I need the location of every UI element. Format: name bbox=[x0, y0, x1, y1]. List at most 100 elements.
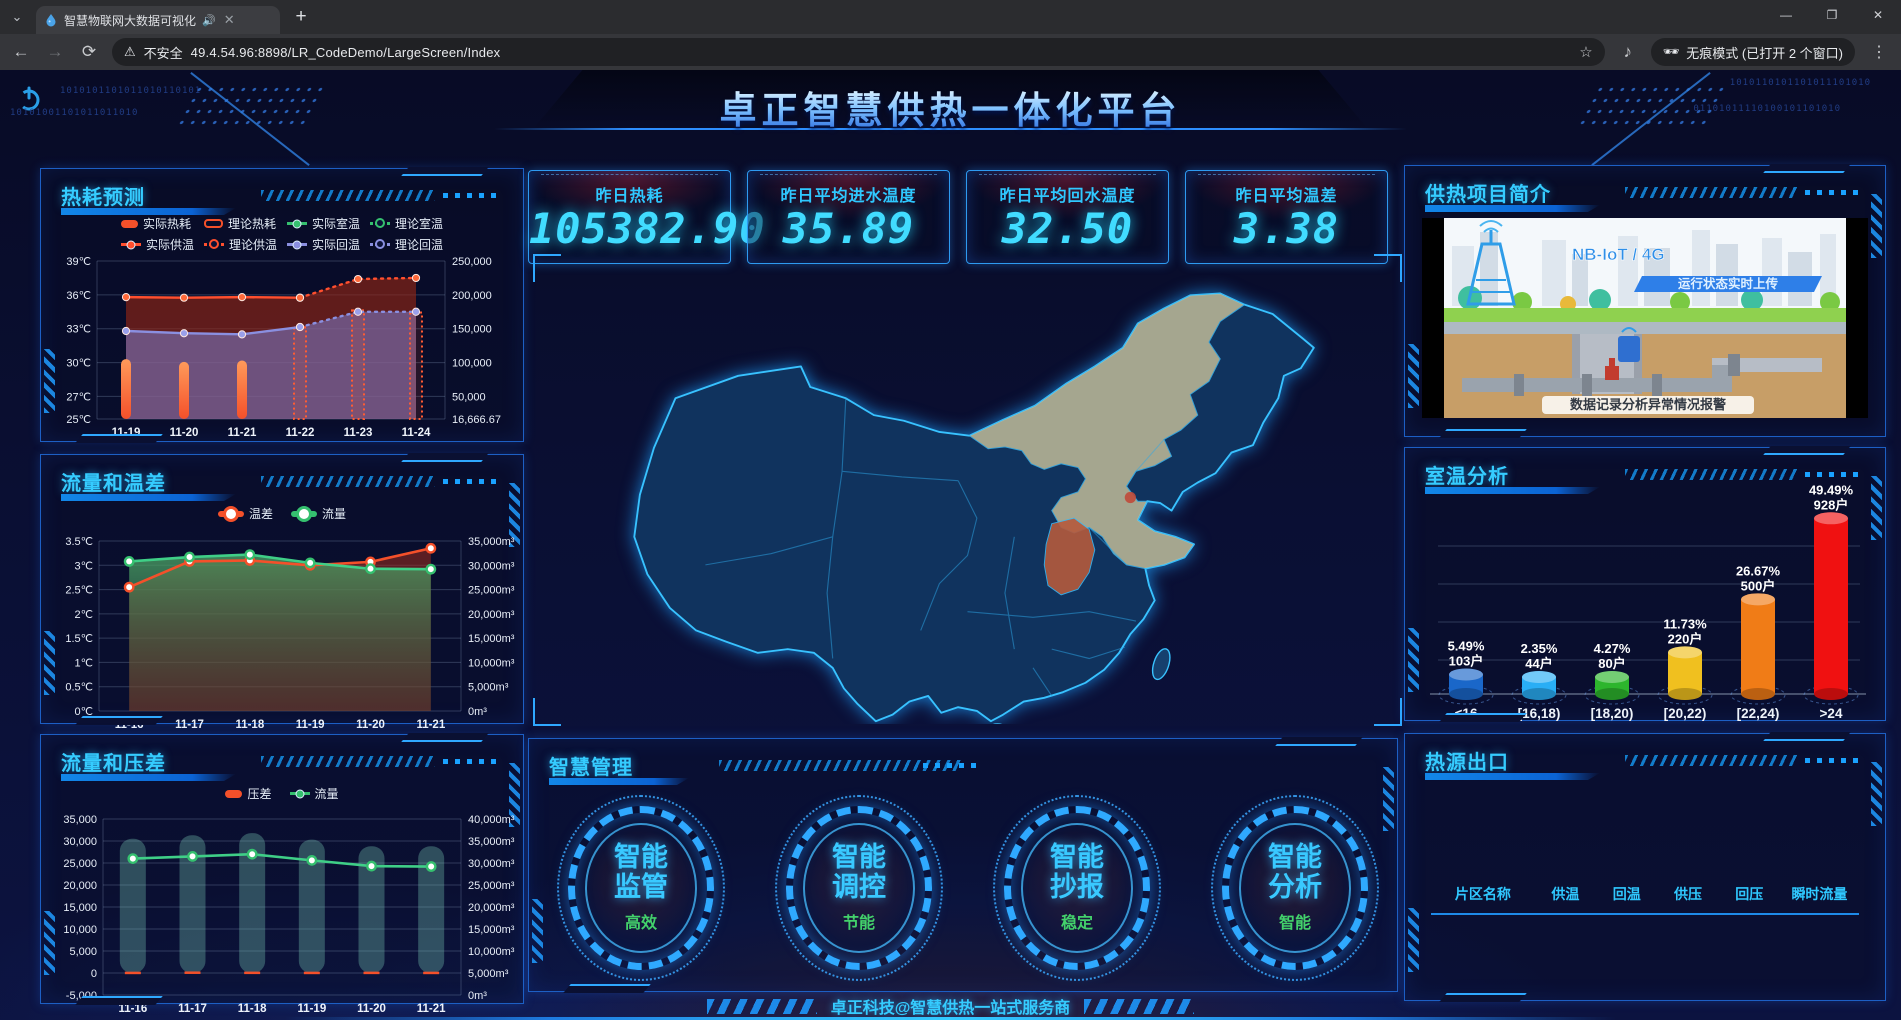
ribbon-deco bbox=[1408, 908, 1419, 972]
close-button[interactable]: ✕ bbox=[1855, 0, 1901, 30]
svg-text:150,000: 150,000 bbox=[452, 324, 492, 336]
title-hatch-deco bbox=[261, 476, 435, 487]
svg-text:33℃: 33℃ bbox=[66, 324, 91, 336]
map-corner-deco bbox=[533, 254, 561, 282]
title-dots-deco bbox=[443, 193, 501, 198]
ribbon-deco bbox=[1408, 344, 1419, 408]
svg-text:39℃: 39℃ bbox=[66, 256, 91, 268]
svg-text:1.5℃: 1.5℃ bbox=[65, 633, 93, 645]
new-tab-button[interactable]: + bbox=[286, 2, 316, 32]
restore-button[interactable]: ❐ bbox=[1809, 0, 1855, 30]
svg-text:11-18: 11-18 bbox=[235, 719, 264, 731]
stat-label: 昨日热耗 bbox=[529, 182, 730, 206]
address-bar[interactable]: ⚠ 不安全 49.4.54.96:8898/LR_CodeDemo/LargeS… bbox=[112, 38, 1605, 66]
svg-text:80户: 80户 bbox=[1598, 656, 1625, 671]
project-video[interactable]: NB-IoT / 4G 运行状态实时上传 数据记录分析异常情况报警 bbox=[1422, 218, 1868, 418]
incognito-icon: 🕶 bbox=[1663, 44, 1680, 60]
tab-close-icon[interactable]: ✕ bbox=[222, 12, 237, 28]
svg-text:10,000m³: 10,000m³ bbox=[468, 946, 515, 958]
title-underline bbox=[61, 208, 236, 215]
svg-text:5.49%: 5.49% bbox=[1448, 639, 1485, 654]
flow-pressure-chart[interactable]: 35,00040,000m³30,00035,000m³25,00030,000… bbox=[47, 811, 517, 1020]
incognito-badge[interactable]: 🕶 无痕模式 (已打开 2 个窗口) bbox=[1651, 38, 1855, 66]
minimize-button[interactable]: — bbox=[1763, 0, 1809, 30]
flow-temp-chart[interactable]: 3.5℃35,000m³3℃30,000m³2.5℃25,000m³2℃20,0… bbox=[47, 531, 517, 739]
panel-project-intro: 供热项目简介 bbox=[1404, 165, 1886, 437]
col-header: 片区名称 bbox=[1431, 884, 1535, 904]
binary-deco: 1010110101101011101010 bbox=[1730, 78, 1871, 88]
title-dots-deco bbox=[1805, 758, 1863, 763]
footer-text: 卓正科技@智慧供热一站式服务商 bbox=[831, 1000, 1071, 1017]
svg-text:15,000m³: 15,000m³ bbox=[468, 924, 515, 936]
svg-text:25,000: 25,000 bbox=[63, 858, 97, 870]
smart-button-analysis[interactable]: 智能分析 智能 bbox=[1211, 795, 1379, 981]
tab-search-chevron-icon[interactable]: ⌄ bbox=[0, 0, 34, 34]
room-temp-chart[interactable]: 5.49%103户<162.35%44户[16,18)4.27%80户[18,2… bbox=[1410, 484, 1880, 734]
chart-legend[interactable]: 实际热耗理论热耗实际室温理论室温实际供温理论供温实际回温理论回温 bbox=[51, 215, 513, 253]
svg-text:3℃: 3℃ bbox=[75, 560, 93, 572]
svg-text:11.73%: 11.73% bbox=[1663, 616, 1707, 631]
bookmark-star-icon[interactable]: ☆ bbox=[1579, 43, 1592, 61]
svg-text:20,000m³: 20,000m³ bbox=[468, 609, 515, 621]
panel-heat-forecast: 热耗预测 实际热耗理论热耗实际室温理论室温实际供温理论供温实际回温理论回温 39… bbox=[40, 168, 524, 442]
heat-source-table: 片区名称 供温 回温 供压 回压 瞬时流量 bbox=[1431, 884, 1859, 915]
heat-forecast-chart[interactable]: 39℃250,00036℃200,00033℃150,00030℃100,000… bbox=[47, 253, 513, 445]
smart-button-regulation[interactable]: 智能调控 节能 bbox=[775, 795, 943, 981]
panel-title: 热耗预测 bbox=[61, 187, 145, 209]
svg-text:11-22: 11-22 bbox=[286, 427, 315, 439]
title-dots-deco bbox=[923, 763, 981, 768]
tab-audio-icon[interactable]: 🔊 bbox=[202, 14, 216, 27]
tab-title: 智慧物联网大数据可视化平 bbox=[64, 12, 196, 29]
ring-inner: 智能抄报 稳定 bbox=[1021, 823, 1133, 953]
url-text[interactable]: 49.4.54.96:8898/LR_CodeDemo/LargeScreen/… bbox=[191, 45, 1572, 60]
panel-smart-mgmt: 智慧管理 智能监管 高效 智能调控 节能 bbox=[528, 738, 1398, 992]
back-icon[interactable]: ← bbox=[10, 42, 32, 62]
col-header: 回压 bbox=[1719, 884, 1780, 904]
smart-button-supervision[interactable]: 智能监管 高效 bbox=[557, 795, 725, 981]
svg-text:[18,20): [18,20) bbox=[1591, 706, 1634, 721]
map-corner-deco bbox=[1374, 698, 1402, 726]
smart-item-name: 智能监管 bbox=[610, 843, 672, 901]
security-warning-icon[interactable]: ⚠ bbox=[124, 44, 136, 60]
title-hatch-deco bbox=[261, 190, 435, 201]
svg-text:220户: 220户 bbox=[1668, 631, 1703, 646]
window-controls: — ❐ ✕ bbox=[1763, 0, 1901, 30]
smart-button-meter-report[interactable]: 智能抄报 稳定 bbox=[993, 795, 1161, 981]
chart-legend[interactable]: 温差流量 bbox=[51, 505, 513, 522]
panel-flow-pressure: 流量和压差 压差流量 35,00040,000m³30,00035,000m³2… bbox=[40, 734, 524, 1004]
svg-text:2.5℃: 2.5℃ bbox=[65, 585, 93, 597]
incognito-label: 无痕模式 (已打开 2 个窗口) bbox=[1686, 43, 1843, 62]
browser-chrome: ⌄ 智慧物联网大数据可视化平 🔊 ✕ + — ❐ ✕ ← → ⟳ ⚠ 不安全 4… bbox=[0, 0, 1901, 70]
dot-grid-deco bbox=[173, 84, 326, 128]
china-map-svg[interactable] bbox=[545, 256, 1390, 724]
panel-title-row: 热耗预测 bbox=[61, 181, 507, 215]
browser-tab[interactable]: 智慧物联网大数据可视化平 🔊 ✕ bbox=[36, 6, 280, 34]
china-map[interactable] bbox=[545, 256, 1390, 724]
binary-deco: 10101001101011011010 bbox=[10, 108, 138, 118]
browser-toolbar: ← → ⟳ ⚠ 不安全 49.4.54.96:8898/LR_CodeDemo/… bbox=[0, 34, 1901, 70]
svg-text:<16: <16 bbox=[1455, 706, 1478, 721]
col-header: 回温 bbox=[1596, 884, 1657, 904]
svg-text:[22,24): [22,24) bbox=[1737, 706, 1780, 721]
smart-item-name: 智能调控 bbox=[828, 843, 890, 901]
svg-text:11-23: 11-23 bbox=[344, 427, 373, 439]
dashboard: 卓正智慧供热一体化平台 1010101101011010110101 10101… bbox=[0, 70, 1901, 1020]
reload-icon[interactable]: ⟳ bbox=[78, 42, 100, 62]
svg-text:2.35%: 2.35% bbox=[1521, 641, 1558, 656]
browser-menu-icon[interactable]: ⋮ bbox=[1867, 42, 1891, 62]
forward-icon[interactable]: → bbox=[44, 42, 66, 62]
svg-text:20,000: 20,000 bbox=[63, 880, 97, 892]
title-underline bbox=[61, 774, 236, 781]
chart-legend[interactable]: 压差流量 bbox=[51, 785, 513, 802]
title-dots-deco bbox=[1805, 472, 1863, 477]
tower-label: NB-IoT / 4G bbox=[1572, 245, 1665, 264]
video-caption: 数据记录分析异常情况报警 bbox=[1570, 397, 1726, 412]
media-control-icon[interactable]: ♪ bbox=[1617, 42, 1639, 62]
title-hatch-deco bbox=[261, 756, 435, 767]
stat-value: 35.89 bbox=[748, 208, 949, 250]
panel-title: 智慧管理 bbox=[549, 757, 633, 779]
panel-title: 流量和温差 bbox=[61, 473, 166, 495]
ribbon-deco bbox=[1871, 762, 1882, 826]
security-label[interactable]: 不安全 bbox=[144, 43, 183, 62]
smart-item-tag: 智能 bbox=[1279, 909, 1311, 933]
